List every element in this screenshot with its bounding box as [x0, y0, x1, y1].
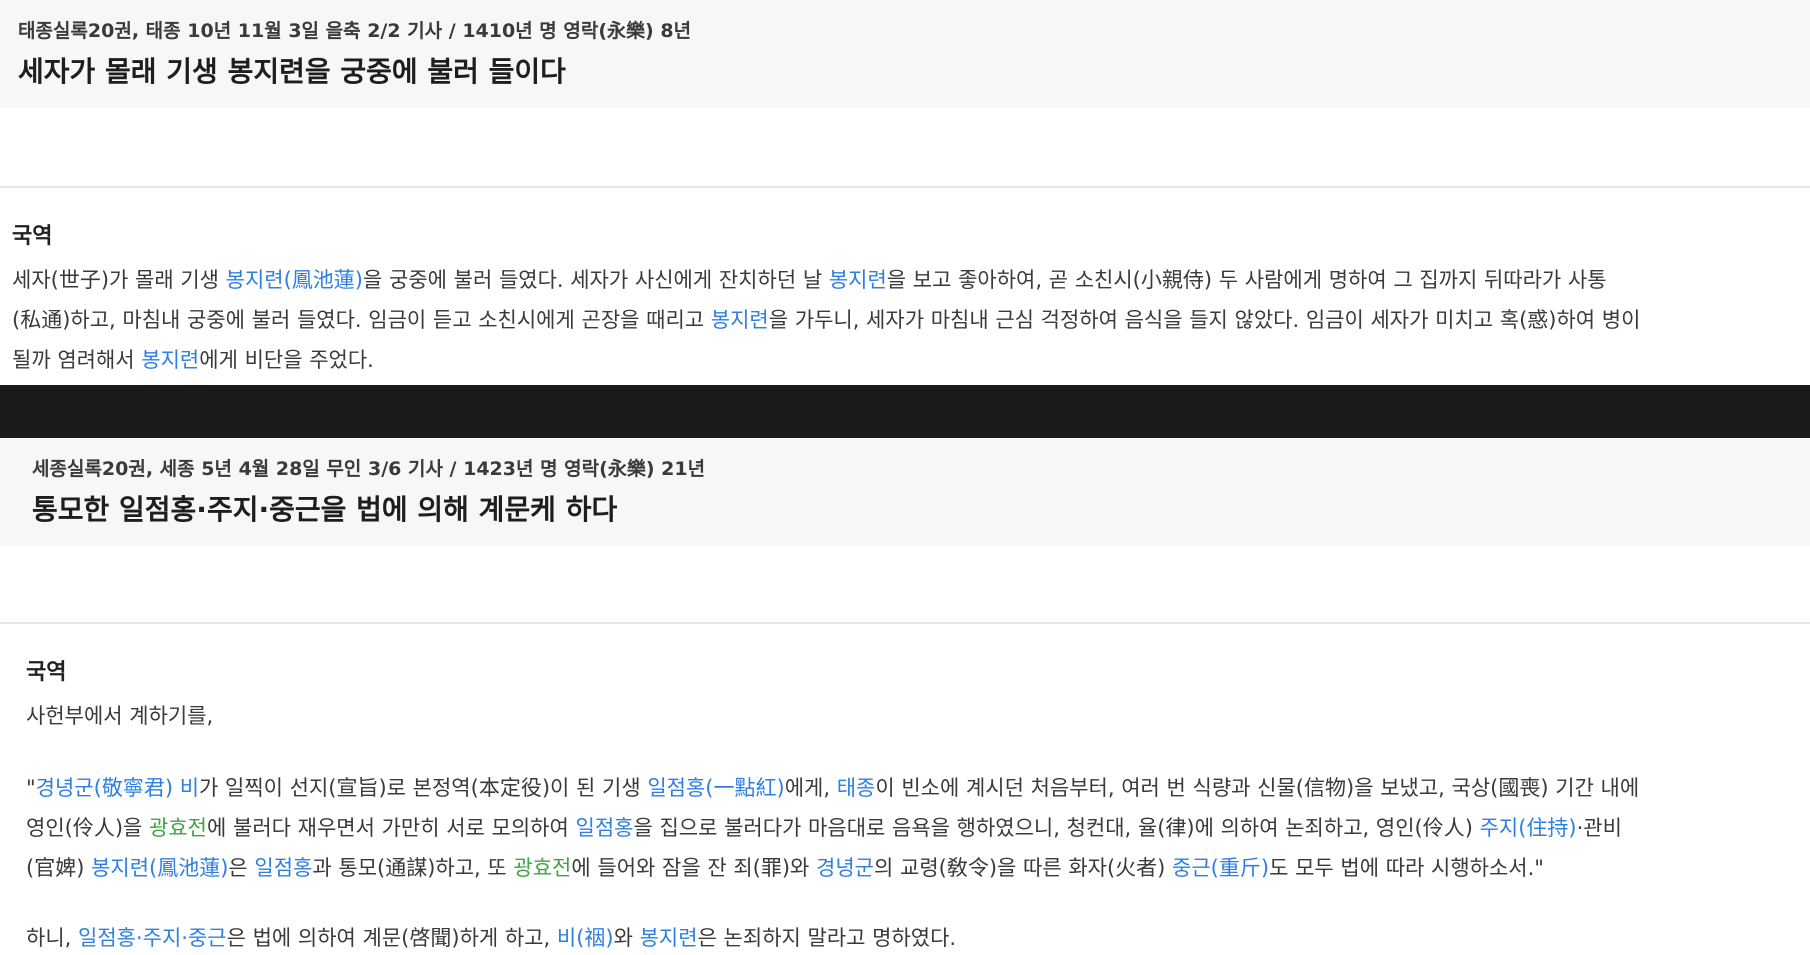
article1-divider [0, 186, 1810, 188]
text-line: 세자(世子)가 몰래 기생 봉지련(鳳池蓮)을 궁중에 불러 들였다. 세자가 … [12, 260, 1640, 300]
article2-closing: 하니, 일점홍·주지·중근은 법에 의하여 계문(啓聞)하게 하고, 비(䄄)와… [26, 918, 956, 955]
text-run: 에게 비단을 주었다. [199, 348, 374, 372]
text-run: 은 논죄하지 말라고 명하였다. [697, 926, 957, 950]
article2-intro: 사헌부에서 계하기를, [26, 704, 214, 728]
text-run: 이 빈소에 계시던 처음부터, 여러 번 식량과 신물(信物)을 보냈고, 국상… [875, 776, 1640, 800]
text-run: 세자(世子)가 몰래 기생 [12, 268, 226, 292]
text-run: 은 [228, 856, 255, 880]
separator-band [0, 385, 1810, 438]
place-link[interactable]: 광효전 [513, 856, 571, 880]
text-run: 을 보고 좋아하여, 곧 소친시(小親侍) 두 사람에게 명하여 그 집까지 뒤… [886, 268, 1607, 292]
entity-link[interactable]: 봉지련(鳳池蓮) [226, 268, 363, 292]
entity-link[interactable]: 경녕군(敬寧君) 비 [36, 776, 199, 800]
entity-link[interactable]: 봉지련(鳳池蓮) [91, 856, 228, 880]
entity-link[interactable]: 태종 [837, 776, 876, 800]
text-run: (私通)하고, 마침내 궁중에 불러 들였다. 임금이 듣고 소친시에게 곤장을… [12, 308, 711, 332]
text-line: "경녕군(敬寧君) 비가 일찍이 선지(宣旨)로 본정역(本定役)이 된 기생 … [26, 768, 1639, 808]
entity-link[interactable]: 중근(重斤) [1172, 856, 1269, 880]
text-run: 은 법에 의하여 계문(啓聞)하게 하고, [226, 926, 557, 950]
text-run: 의 교령(敎令)을 따른 화자(火者) [874, 856, 1173, 880]
article1-body: 세자(世子)가 몰래 기생 봉지련(鳳池蓮)을 궁중에 불러 들였다. 세자가 … [12, 260, 1640, 380]
entity-link[interactable]: 일점홍 [576, 816, 634, 840]
entity-link[interactable]: 주지(住持) [1480, 816, 1577, 840]
text-line: 영인(伶人)을 광효전에 불러다 재우면서 가만히 서로 모의하여 일점홍을 집… [26, 808, 1639, 848]
text-run: 와 [613, 926, 640, 950]
text-run: 을 가두니, 세자가 마침내 근심 걱정하여 음식을 들지 않았다. 임금이 세… [768, 308, 1641, 332]
place-link[interactable]: 광효전 [149, 816, 207, 840]
article1-title: 세자가 몰래 기생 봉지련을 궁중에 불러 들이다 [18, 55, 566, 88]
entity-link[interactable]: 봉지련 [711, 308, 769, 332]
entity-link[interactable]: 일점홍·주지·중근 [78, 926, 227, 950]
entity-link[interactable]: 일점홍(一點紅) [647, 776, 784, 800]
text-run: 될까 염려해서 [12, 348, 142, 372]
text-run: ·관비 [1576, 816, 1622, 840]
text-run: 에 불러다 재우면서 가만히 서로 모의하여 [207, 816, 576, 840]
text-run: 을 궁중에 불러 들였다. 세자가 사신에게 잔치하던 날 [363, 268, 829, 292]
text-run: 에 들어와 잠을 잔 죄(罪)와 [571, 856, 817, 880]
text-run: 을 집으로 불러다가 마음대로 음욕을 행하였으니, 청컨대, 율(律)에 의하… [633, 816, 1480, 840]
text-run: (官婢) [26, 856, 92, 880]
entity-link[interactable]: 경녕군 [816, 856, 874, 880]
article2-meta: 세종실록20권, 세종 5년 4월 28일 무인 3/6 기사 / 1423년 … [32, 458, 706, 480]
article1-section-label: 국역 [12, 224, 53, 249]
text-line: 될까 염려해서 봉지련에게 비단을 주었다. [12, 340, 1640, 380]
text-line: (私通)하고, 마침내 궁중에 불러 들였다. 임금이 듣고 소친시에게 곤장을… [12, 300, 1640, 340]
text-run: 도 모두 법에 따라 시행하소서." [1269, 856, 1544, 880]
entity-link[interactable]: 비(䄄) [557, 926, 614, 950]
text-run: 에게, [784, 776, 837, 800]
entity-link[interactable]: 일점홍 [254, 856, 312, 880]
article2-divider [0, 622, 1810, 624]
text-line: 하니, 일점홍·주지·중근은 법에 의하여 계문(啓聞)하게 하고, 비(䄄)와… [26, 918, 956, 955]
text-run: " [26, 776, 36, 800]
article2-title: 통모한 일점홍·주지·중근을 법에 의해 계문케 하다 [32, 493, 618, 526]
article2-quote: "경녕군(敬寧君) 비가 일찍이 선지(宣旨)로 본정역(本定役)이 된 기생 … [26, 768, 1639, 888]
entity-link[interactable]: 봉지련 [141, 348, 199, 372]
text-run: 영인(伶人)을 [26, 816, 150, 840]
text-line: (官婢) 봉지련(鳳池蓮)은 일점홍과 통모(通謀)하고, 또 광효전에 들어와… [26, 848, 1639, 888]
text-run: 과 통모(通謀)하고, 또 [312, 856, 514, 880]
article2-section-label: 국역 [26, 660, 67, 685]
article1-meta: 태종실록20권, 태종 10년 11월 3일 을축 2/2 기사 / 1410년… [18, 20, 692, 42]
entity-link[interactable]: 봉지련 [829, 268, 887, 292]
entity-link[interactable]: 봉지련 [640, 926, 698, 950]
text-run: 가 일찍이 선지(宣旨)로 본정역(本定役)이 된 기생 [199, 776, 648, 800]
text-run: 하니, [26, 926, 78, 950]
